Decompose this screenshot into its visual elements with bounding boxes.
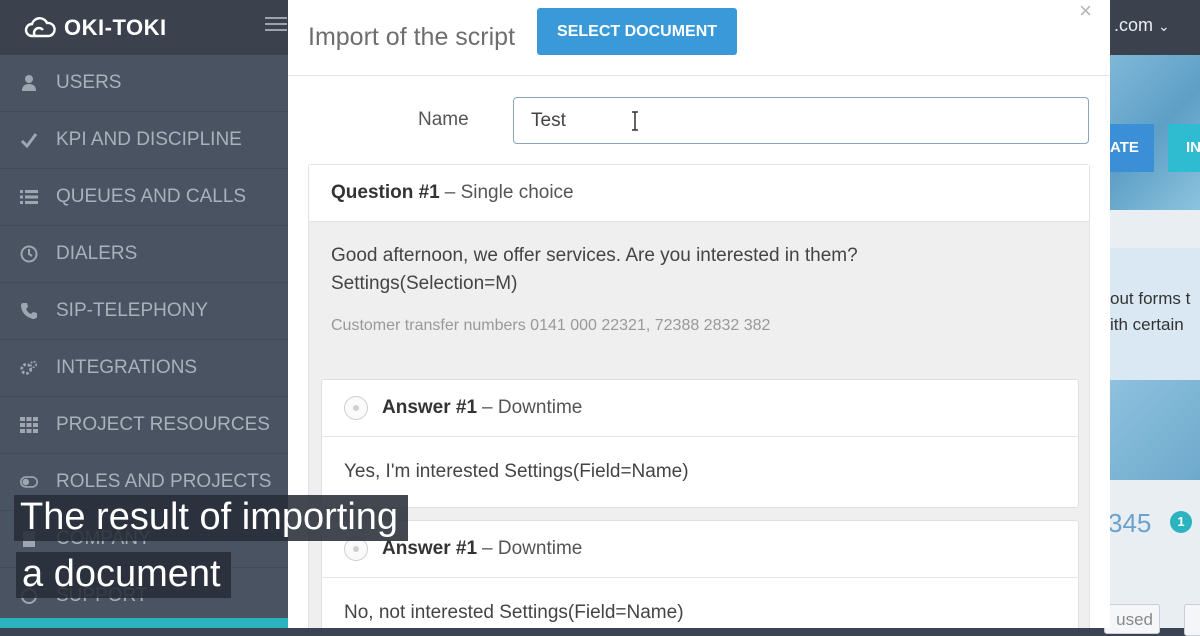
grid-icon xyxy=(20,416,38,434)
background-chip[interactable]: used xyxy=(1104,604,1160,634)
radio-icon[interactable] xyxy=(344,396,368,420)
modal-header: Import of the script SELECT DOCUMENT × xyxy=(288,0,1110,76)
caption-line-2: a document xyxy=(16,552,231,598)
check-icon xyxy=(20,131,38,149)
sidebar-accent-bar xyxy=(0,618,288,628)
background-info-card: out forms t ith certain xyxy=(1110,248,1200,380)
account-domain: .com xyxy=(1114,15,1154,35)
toggle-icon xyxy=(20,473,38,491)
phone-icon xyxy=(20,302,38,320)
modal-title: Import of the script xyxy=(308,23,516,51)
account-menu[interactable]: .com ⌄ xyxy=(1110,0,1200,55)
question-title: Question #1 xyxy=(331,182,440,203)
answer-type: – Downtime xyxy=(482,538,583,559)
sidebar-item-sip-telephony[interactable]: SIP-TELEPHONY xyxy=(0,283,288,340)
background-stat: 345 xyxy=(1108,508,1152,538)
background-card-line: ith certain xyxy=(1110,315,1184,334)
sidebar-item-integrations[interactable]: INTEGRATIONS xyxy=(0,340,288,397)
question-text: Good afternoon, we offer services. Are y… xyxy=(331,245,858,294)
close-icon[interactable]: × xyxy=(1079,0,1092,22)
import-script-modal: Import of the script SELECT DOCUMENT × N… xyxy=(288,0,1110,628)
answer-header: Answer #1 – Downtime xyxy=(322,521,1078,578)
question-body: Good afternoon, we offer services. Are y… xyxy=(309,222,1089,340)
gears-icon xyxy=(20,359,38,377)
brand-name: OKI-TOKI xyxy=(64,14,167,40)
answer-card: Answer #1 – Downtime No, not interested … xyxy=(321,520,1079,628)
question-header: Question #1 – Single choice xyxy=(309,165,1089,222)
sidebar-item-dialers[interactable]: DIALERS xyxy=(0,226,288,283)
sidebar-item-users[interactable]: USERS xyxy=(0,55,288,112)
chevron-down-icon: ⌄ xyxy=(1158,18,1170,34)
sidebar-item-queues[interactable]: QUEUES AND CALLS xyxy=(0,169,288,226)
list-icon xyxy=(20,188,38,206)
cloud-logo-icon xyxy=(24,16,56,37)
name-label: Name xyxy=(418,109,469,130)
brand-header: OKI-TOKI xyxy=(0,0,288,55)
question-panel: Question #1 – Single choice Good afterno… xyxy=(308,164,1090,628)
sidebar-item-label: QUEUES AND CALLS xyxy=(56,186,247,207)
clock-icon xyxy=(20,245,38,263)
sidebar-item-label: INTEGRATIONS xyxy=(56,357,198,378)
background-create-button[interactable]: ATE xyxy=(1104,124,1154,172)
question-note: Customer transfer numbers 0141 000 22321… xyxy=(331,317,771,334)
sidebar-item-label: SIP-TELEPHONY xyxy=(56,300,209,321)
text-cursor-icon xyxy=(632,111,638,131)
name-input[interactable] xyxy=(513,97,1089,144)
sidebar-item-kpi[interactable]: KPI AND DISCIPLINE xyxy=(0,112,288,169)
background-badge: 1 xyxy=(1170,511,1192,533)
answer-type: – Downtime xyxy=(482,397,583,418)
caption-line-1: The result of importing xyxy=(14,495,409,541)
answer-title: Answer #1 xyxy=(382,538,478,559)
caption-text: The result of importing xyxy=(14,495,409,541)
background-card-line: out forms t xyxy=(1110,289,1191,308)
user-icon xyxy=(20,74,38,92)
question-type: – Single choice xyxy=(444,182,574,203)
sidebar-item-label: KPI AND DISCIPLINE xyxy=(56,129,242,150)
sidebar-item-project-resources[interactable]: PROJECT RESOURCES xyxy=(0,397,288,454)
background-chip-secondary[interactable] xyxy=(1184,604,1200,636)
sidebar-item-label: PROJECT RESOURCES xyxy=(56,414,270,435)
answer-title: Answer #1 xyxy=(382,397,478,418)
name-row: Name xyxy=(288,97,1110,145)
answer-text: No, not interested Settings(Field=Name) xyxy=(344,602,684,623)
select-document-button[interactable]: SELECT DOCUMENT xyxy=(537,8,738,55)
answer-text: Yes, I'm interested Settings(Field=Name) xyxy=(344,461,689,482)
caption-text: a document xyxy=(16,552,231,598)
background-band xyxy=(1110,380,1200,480)
answer-header: Answer #1 – Downtime xyxy=(322,380,1078,437)
sidebar-item-label: USERS xyxy=(56,72,122,93)
background-import-button[interactable]: IN xyxy=(1168,124,1200,172)
answer-card: Answer #1 – Downtime Yes, I'm interested… xyxy=(321,379,1079,508)
sidebar-item-label: ROLES AND PROJECTS xyxy=(56,471,272,492)
hamburger-menu-icon[interactable] xyxy=(265,13,287,33)
sidebar-item-label: DIALERS xyxy=(56,243,138,264)
